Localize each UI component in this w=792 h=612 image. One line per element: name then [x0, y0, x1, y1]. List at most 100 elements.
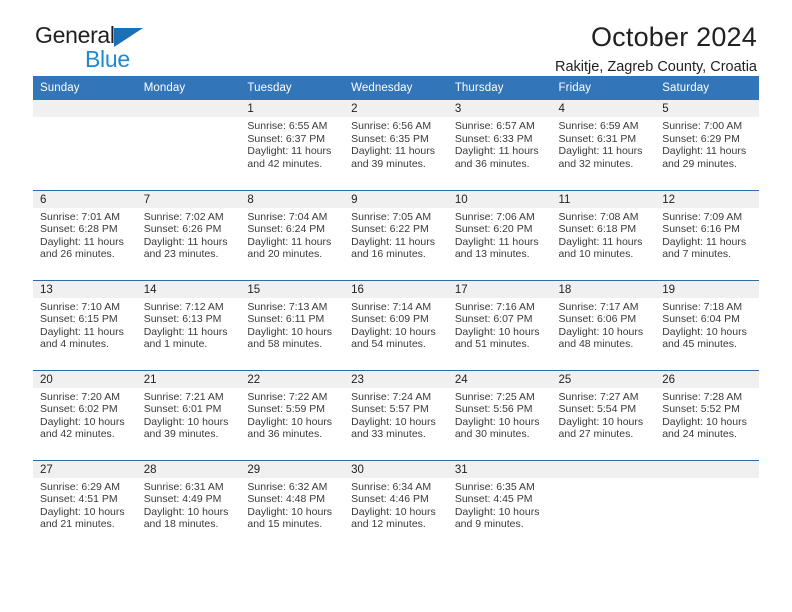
calendar-day-cell[interactable]: 16 Sunrise: 7:14 AM Sunset: 6:09 PM Dayligh… — [344, 279, 448, 370]
calendar-day-cell[interactable]: 4 Sunrise: 6:59 AM Sunset: 6:31 PM Daylight… — [551, 100, 656, 190]
calendar-day-cell[interactable]: 23 Sunrise: 7:24 AM Sunset: 5:57 PM Dayligh… — [344, 369, 448, 460]
day-number: 20 — [33, 370, 137, 388]
day-number: 11 — [551, 190, 656, 208]
day-number — [33, 100, 137, 117]
day-info-line: Sunrise: 6:32 AM — [247, 480, 328, 493]
day-info-line: Sunrise: 7:17 AM — [558, 300, 639, 313]
calendar-day-cell[interactable]: 22 Sunrise: 7:22 AM Sunset: 5:59 PM Dayligh… — [240, 369, 345, 460]
day-cell-content: 13 Sunrise: 7:10 AM Sunset: 6:15 PM Dayligh… — [33, 280, 137, 370]
day-cell-content: 3 Sunrise: 6:57 AM Sunset: 6:33 PM Daylight… — [447, 100, 552, 189]
calendar-day-cell[interactable]: 3 Sunrise: 6:57 AM Sunset: 6:33 PM Daylight… — [447, 100, 552, 190]
day-number: 6 — [33, 190, 137, 208]
calendar-day-cell[interactable]: 9 Sunrise: 7:05 AM Sunset: 6:22 PM Daylight… — [344, 189, 448, 280]
day-info-line: Sunset: 6:33 PM — [454, 132, 533, 145]
dow-header-tuesday: Tuesday — [240, 76, 345, 100]
day-cell-content: 21 Sunrise: 7:21 AM Sunset: 6:01 PM Dayligh… — [136, 370, 241, 460]
day-info-line: Sunrise: 7:01 AM — [40, 210, 120, 223]
day-sun-info: Sunrise: 6:34 AM Sunset: 4:46 PM Daylight:… — [344, 478, 448, 531]
calendar-day-cell[interactable]: 19 Sunrise: 7:18 AM Sunset: 6:04 PM Dayligh… — [655, 279, 759, 370]
calendar-day-cell[interactable]: 1 Sunrise: 6:55 AM Sunset: 6:37 PM Daylight… — [240, 100, 345, 190]
day-cell-content: 10 Sunrise: 7:06 AM Sunset: 6:20 PM Dayligh… — [447, 190, 552, 280]
day-info-line: and 10 minutes. — [558, 248, 634, 261]
day-info-line: Sunset: 6:37 PM — [247, 132, 326, 145]
day-info-line: and 26 minutes. — [40, 248, 115, 261]
calendar-day-cell[interactable]: 6 Sunrise: 7:01 AM Sunset: 6:28 PM Daylight… — [33, 189, 137, 280]
day-info-line: Daylight: 10 hours — [351, 505, 436, 518]
day-info-line: Daylight: 10 hours — [247, 415, 333, 428]
calendar-day-cell[interactable]: 7 Sunrise: 7:02 AM Sunset: 6:26 PM Daylight… — [136, 189, 241, 280]
dow-header-wednesday: Wednesday — [344, 76, 448, 100]
day-cell-content: 16 Sunrise: 7:14 AM Sunset: 6:09 PM Dayligh… — [344, 280, 448, 370]
day-info-line: Daylight: 10 hours — [351, 415, 436, 428]
calendar-day-cell[interactable]: 18 Sunrise: 7:17 AM Sunset: 6:06 PM Dayligh… — [551, 279, 656, 370]
calendar-day-cell[interactable]: 28 Sunrise: 6:31 AM Sunset: 4:49 PM Dayligh… — [136, 459, 241, 550]
calendar-day-cell[interactable]: 25 Sunrise: 7:27 AM Sunset: 5:54 PM Dayligh… — [551, 369, 656, 460]
day-sun-info: Sunrise: 7:28 AM Sunset: 5:52 PM Daylight:… — [655, 388, 759, 441]
day-info-line: Sunset: 6:09 PM — [351, 313, 429, 326]
day-number: 25 — [551, 370, 656, 388]
dow-header-monday: Monday — [136, 76, 241, 100]
day-number — [551, 460, 656, 478]
day-info-line: and 27 minutes. — [558, 428, 634, 441]
day-info-line: Sunrise: 7:10 AM — [40, 300, 120, 313]
calendar-day-cell[interactable]: 13 Sunrise: 7:10 AM Sunset: 6:15 PM Dayligh… — [33, 279, 137, 370]
calendar-day-cell[interactable]: 10 Sunrise: 7:06 AM Sunset: 6:20 PM Dayligh… — [447, 189, 552, 280]
day-number — [655, 460, 759, 478]
day-info-line: Daylight: 10 hours — [662, 415, 747, 428]
day-info-line: Sunset: 6:02 PM — [40, 403, 118, 416]
day-number: 8 — [240, 190, 345, 208]
day-cell-content: 23 Sunrise: 7:24 AM Sunset: 5:57 PM Dayligh… — [344, 370, 448, 460]
day-cell-content: 29 Sunrise: 6:32 AM Sunset: 4:48 PM Dayligh… — [240, 460, 345, 550]
day-info-line: Daylight: 11 hours — [558, 145, 643, 158]
day-info-line: Sunrise: 7:00 AM — [662, 120, 743, 132]
day-info-line: Sunset: 6:16 PM — [662, 223, 740, 236]
day-info-line: and 21 minutes. — [40, 518, 115, 531]
day-sun-info: Sunrise: 6:59 AM Sunset: 6:31 PM Daylight:… — [552, 117, 656, 170]
day-cell-content: 9 Sunrise: 7:05 AM Sunset: 6:22 PM Daylight… — [344, 190, 448, 280]
day-info-line: Daylight: 10 hours — [40, 415, 125, 428]
day-number: 23 — [344, 370, 448, 388]
calendar-day-cell[interactable]: 29 Sunrise: 6:32 AM Sunset: 4:48 PM Dayligh… — [240, 459, 345, 550]
day-info-line: and 30 minutes. — [454, 428, 530, 441]
day-info-line: Sunrise: 7:06 AM — [454, 210, 535, 223]
calendar-day-cell[interactable]: 31 Sunrise: 6:35 AM Sunset: 4:45 PM Dayligh… — [447, 459, 552, 550]
day-sun-info: Sunrise: 6:55 AM Sunset: 6:37 PM Daylight:… — [240, 117, 344, 170]
day-info-line: Sunrise: 7:22 AM — [247, 390, 328, 403]
day-info-line: Sunrise: 7:08 AM — [558, 210, 639, 223]
day-info-line: Sunrise: 7:09 AM — [662, 210, 743, 223]
day-info-line: Sunrise: 7:18 AM — [662, 300, 743, 313]
day-info-line: and 33 minutes. — [351, 428, 426, 441]
day-info-line: Sunset: 6:13 PM — [143, 313, 222, 326]
calendar-day-cell[interactable]: 11 Sunrise: 7:08 AM Sunset: 6:18 PM Dayligh… — [551, 189, 656, 280]
calendar-day-cell[interactable]: 30 Sunrise: 6:34 AM Sunset: 4:46 PM Dayligh… — [344, 459, 448, 550]
day-info-line: Sunrise: 6:29 AM — [40, 480, 120, 493]
day-info-line: and 39 minutes. — [143, 428, 219, 441]
calendar-day-cell[interactable]: 8 Sunrise: 7:04 AM Sunset: 6:24 PM Daylight… — [240, 189, 345, 280]
day-info-line: Daylight: 10 hours — [454, 505, 540, 518]
calendar-day-cell[interactable]: 27 Sunrise: 6:29 AM Sunset: 4:51 PM Dayligh… — [33, 459, 137, 550]
day-sun-info: Sunrise: 7:14 AM Sunset: 6:09 PM Daylight:… — [344, 298, 448, 351]
calendar-day-cell[interactable]: 2 Sunrise: 6:56 AM Sunset: 6:35 PM Daylight… — [344, 100, 448, 190]
day-info-line: and 4 minutes. — [40, 338, 109, 351]
calendar-day-cell[interactable]: 5 Sunrise: 7:00 AM Sunset: 6:29 PM Daylight… — [655, 100, 759, 190]
calendar-day-cell[interactable]: 26 Sunrise: 7:28 AM Sunset: 5:52 PM Dayligh… — [655, 369, 759, 460]
calendar-day-cell[interactable]: 15 Sunrise: 7:13 AM Sunset: 6:11 PM Dayligh… — [240, 279, 345, 370]
day-cell-content — [136, 100, 241, 189]
day-cell-content: 5 Sunrise: 7:00 AM Sunset: 6:29 PM Daylight… — [655, 100, 759, 189]
day-number: 26 — [655, 370, 759, 388]
calendar-day-cell[interactable]: 12 Sunrise: 7:09 AM Sunset: 6:16 PM Dayligh… — [655, 189, 759, 280]
calendar-day-cell[interactable]: 14 Sunrise: 7:12 AM Sunset: 6:13 PM Dayligh… — [136, 279, 241, 370]
calendar-day-cell[interactable]: 20 Sunrise: 7:20 AM Sunset: 6:02 PM Dayligh… — [33, 369, 137, 460]
calendar-day-cell[interactable]: 24 Sunrise: 7:25 AM Sunset: 5:56 PM Dayligh… — [447, 369, 552, 460]
day-cell-content — [551, 460, 656, 550]
day-number: 19 — [655, 280, 759, 298]
day-number: 2 — [344, 100, 448, 117]
day-number: 3 — [447, 100, 552, 117]
page-title: October 2024 — [590, 22, 757, 52]
calendar-day-cell[interactable]: 17 Sunrise: 7:16 AM Sunset: 6:07 PM Dayligh… — [447, 279, 552, 370]
day-number: 30 — [344, 460, 448, 478]
day-info-line: Sunrise: 7:25 AM — [454, 390, 535, 403]
day-info-line: Sunset: 6:04 PM — [662, 313, 740, 326]
day-info-line: Daylight: 11 hours — [558, 235, 643, 248]
calendar-day-cell[interactable]: 21 Sunrise: 7:21 AM Sunset: 6:01 PM Dayligh… — [136, 369, 241, 460]
